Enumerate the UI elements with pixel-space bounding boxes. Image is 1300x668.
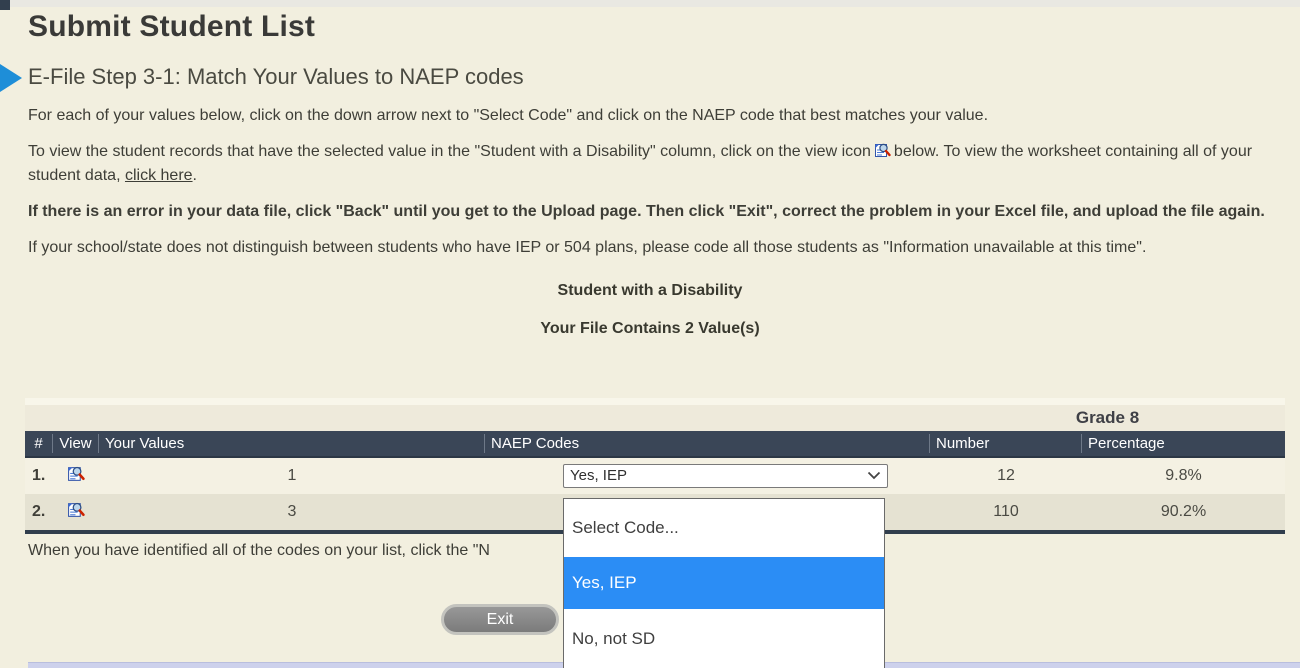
grade-header: Grade 8	[930, 398, 1285, 431]
column-header-view: View	[53, 434, 99, 453]
dropdown-option-yes-iep[interactable]: Yes, IEP	[564, 557, 884, 609]
instructions-paragraph-2: To view the student records that have th…	[28, 141, 1272, 186]
row-number: 1.	[25, 467, 53, 485]
your-value-cell: 1	[99, 467, 485, 485]
para2-text-before: To view the student records that have th…	[28, 143, 871, 160]
selected-code-label: Yes, IEP	[570, 465, 627, 487]
view-record-button[interactable]	[53, 465, 99, 488]
row-number: 2.	[25, 503, 53, 521]
chevron-down-icon	[867, 465, 881, 487]
percentage-cell: 9.8%	[1082, 467, 1285, 485]
naep-code-dropdown-list: Select Code... Yes, IEP No, not SD	[563, 498, 885, 668]
percentage-cell: 90.2%	[1082, 503, 1285, 521]
naep-code-select[interactable]: Yes, IEP	[563, 464, 888, 488]
table-row: 1. 1 Yes, IEP 12 9.8%	[25, 458, 1285, 494]
instructions-paragraph-4: If your school/state does not distinguis…	[28, 237, 1272, 258]
dropdown-option-select-code[interactable]: Select Code...	[564, 499, 884, 557]
click-here-link[interactable]: click here	[125, 167, 193, 184]
naep-code-cell: Yes, IEP	[485, 458, 930, 494]
column-header-number: Number	[930, 434, 1082, 453]
para2-period: .	[193, 167, 197, 184]
view-icon	[67, 506, 85, 523]
column-header-your-values: Your Values	[99, 434, 485, 453]
view-record-button[interactable]	[53, 501, 99, 524]
column-header-num: #	[25, 434, 53, 453]
column-header-naep-codes: NAEP Codes	[485, 434, 930, 453]
view-icon	[874, 142, 891, 165]
table-header-row: # View Your Values NAEP Codes Number Per…	[25, 431, 1285, 458]
grade-header-row: Grade 8	[25, 398, 1285, 431]
step-heading-row: E-File Step 3-1: Match Your Values to NA…	[0, 64, 1300, 90]
section-subtitle: Your File Contains 2 Value(s)	[0, 320, 1300, 338]
section-title: Student with a Disability	[0, 282, 1300, 300]
step-arrow-icon	[0, 64, 22, 92]
number-cell: 110	[930, 503, 1082, 521]
top-strip	[0, 0, 1300, 7]
page-title: Submit Student List	[28, 10, 1300, 44]
number-cell: 12	[930, 467, 1082, 485]
instructions-paragraph-3: If there is an error in your data file, …	[28, 201, 1272, 222]
footer-instruction: When you have identified all of the code…	[28, 542, 490, 560]
dropdown-option-no-not-sd[interactable]: No, not SD	[564, 609, 884, 668]
page-content: Submit Student List E-File Step 3-1: Mat…	[0, 7, 1300, 338]
exit-button[interactable]: Exit	[441, 604, 559, 635]
step-heading: E-File Step 3-1: Match Your Values to NA…	[28, 64, 1300, 90]
your-value-cell: 3	[99, 503, 485, 521]
instructions-paragraph-1: For each of your values below, click on …	[28, 105, 1272, 126]
column-header-percentage: Percentage	[1082, 434, 1285, 453]
view-icon	[67, 470, 85, 487]
